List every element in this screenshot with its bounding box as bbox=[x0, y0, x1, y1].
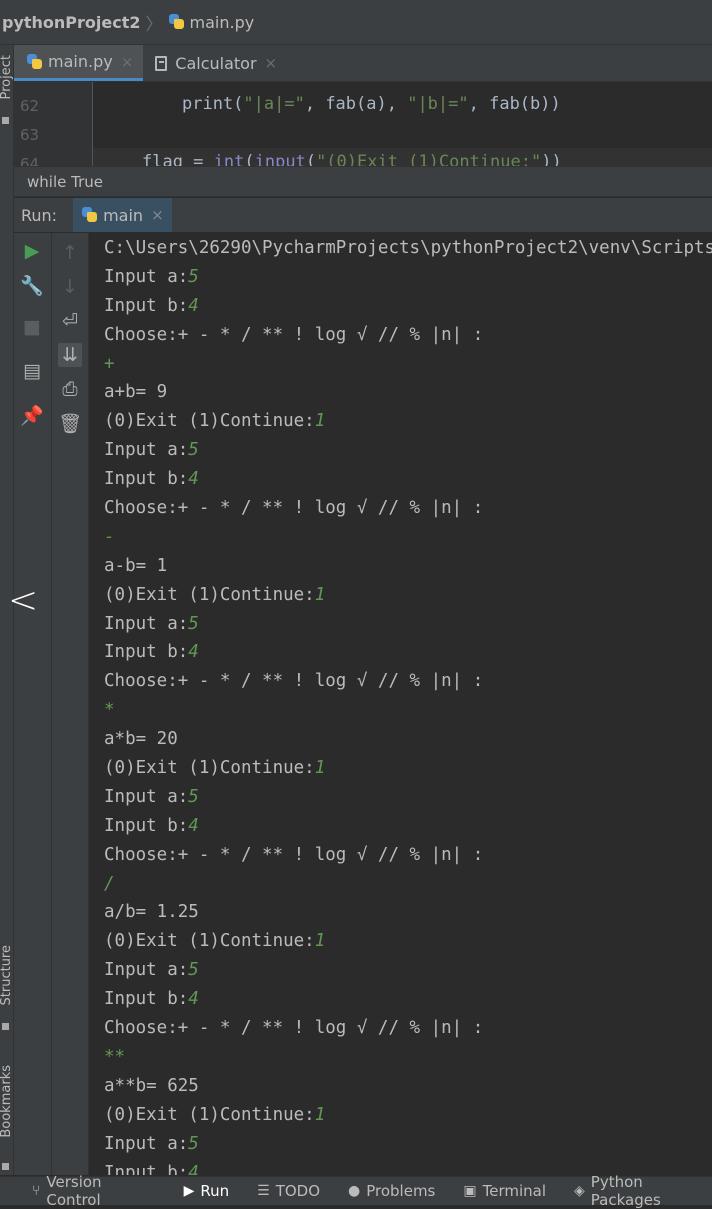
code-context-hint: while True bbox=[14, 166, 712, 197]
back-arrow-icon[interactable]: < bbox=[8, 580, 38, 621]
console-line: (0)Exit (1)Continue:1 bbox=[104, 1104, 326, 1125]
console-line: Input a:5 bbox=[104, 1133, 199, 1154]
console-line: Choose:+ - * / ** ! log √ // % |n| : bbox=[104, 498, 484, 519]
status-item-label: Problems bbox=[366, 1182, 436, 1200]
console-output[interactable]: C:\Users\26290\PycharmProjects\pythonPro… bbox=[89, 233, 712, 1175]
navigation-bar: pythonProject2 〉 main.py bbox=[0, 0, 712, 45]
line-number: 64 bbox=[20, 155, 40, 166]
python-run-config-icon bbox=[81, 206, 99, 224]
console-line: Input b:4 bbox=[104, 469, 199, 490]
tab-label: Calculator bbox=[175, 53, 257, 73]
console-line: (0)Exit (1)Continue:1 bbox=[104, 931, 326, 952]
close-tab-icon[interactable]: × bbox=[265, 54, 278, 72]
project-tool-window-button[interactable]: Project bbox=[0, 55, 14, 99]
play-icon: ▶ bbox=[183, 1183, 195, 1199]
tool-window-bar: ⑂ Version Control ▶ Run ☰ TODO ● Problems ▣ T… bbox=[0, 1173, 712, 1209]
soft-wrap-icon[interactable]: ⏎ bbox=[58, 309, 82, 333]
run-toolbar-secondary: ↑ ↓ ⏎ ⇊ ⎙ 🗑 bbox=[52, 233, 89, 1175]
tab-label: main.py bbox=[48, 52, 113, 71]
console-line: Input b:4 bbox=[104, 642, 199, 663]
console-line: (0)Exit (1)Continue:1 bbox=[104, 411, 326, 432]
stop-icon[interactable]: ■ bbox=[20, 315, 44, 339]
run-toolbar-primary: ▶ 🔧 ■ ▤ 📌 bbox=[14, 233, 52, 1175]
console-line: Input a:5 bbox=[104, 440, 199, 461]
console-line: Input a:5 bbox=[104, 266, 199, 287]
terminal-button[interactable]: ▣ Terminal bbox=[463, 1182, 546, 1200]
console-input-line: - bbox=[104, 526, 115, 547]
line-number-gutter: 62 63 64 bbox=[14, 82, 93, 166]
console-result-line: a-b= 1 bbox=[104, 555, 168, 576]
console-line: Choose:+ - * / ** ! log √ // % |n| : bbox=[104, 844, 484, 865]
bookmarks-tool-icon bbox=[2, 1163, 9, 1170]
print-icon[interactable]: ⎙ bbox=[58, 377, 82, 401]
layout-icon[interactable]: ▤ bbox=[20, 359, 44, 383]
project-tool-icon bbox=[2, 117, 9, 124]
console-line: (0)Exit (1)Continue:1 bbox=[104, 584, 326, 605]
wrench-icon[interactable]: 🔧 bbox=[20, 273, 44, 297]
console-line: Choose:+ - * / ** ! log √ // % |n| : bbox=[104, 324, 484, 345]
run-tool-window-header: Run: main × bbox=[14, 198, 712, 232]
trash-icon[interactable]: 🗑 bbox=[58, 411, 82, 435]
console-input-line: ** bbox=[104, 1046, 126, 1067]
python-file-icon bbox=[168, 13, 186, 31]
console-line: (0)Exit (1)Continue:1 bbox=[104, 758, 326, 779]
run-tab-label: main bbox=[103, 205, 144, 225]
line-number: 63 bbox=[20, 126, 40, 144]
status-item-label: Run bbox=[200, 1182, 230, 1200]
rerun-icon[interactable]: ▶ bbox=[20, 239, 44, 263]
todo-button[interactable]: ☰ TODO bbox=[257, 1182, 320, 1200]
bookmarks-tool-window-button[interactable]: Bookmarks bbox=[0, 1065, 14, 1138]
console-input-line: * bbox=[104, 700, 115, 721]
close-run-tab-icon[interactable]: × bbox=[151, 206, 164, 224]
layers-icon: ◈ bbox=[574, 1183, 585, 1199]
branch-icon: ⑂ bbox=[32, 1183, 41, 1199]
problems-button[interactable]: ● Problems bbox=[348, 1182, 435, 1200]
tab-calculator[interactable]: Calculator × bbox=[143, 45, 287, 81]
console-result-line: a+b= 9 bbox=[104, 382, 168, 403]
console-line: Choose:+ - * / ** ! log √ // % |n| : bbox=[104, 1018, 484, 1039]
console-path-line: C:\Users\26290\PycharmProjects\pythonPro… bbox=[104, 238, 712, 258]
run-button[interactable]: ▶ Run bbox=[184, 1182, 230, 1200]
editor-tab-bar: main.py × Calculator × bbox=[14, 45, 712, 82]
python-file-icon bbox=[26, 53, 44, 71]
structure-tool-icon bbox=[2, 1023, 9, 1030]
console-line: Input b:4 bbox=[104, 989, 199, 1010]
console-input-line: + bbox=[104, 353, 115, 374]
arrow-down-icon[interactable]: ↓ bbox=[58, 275, 82, 299]
run-label: Run: bbox=[21, 205, 58, 225]
line-number: 62 bbox=[20, 97, 40, 115]
breadcrumb-file[interactable]: main.py bbox=[190, 13, 255, 32]
pin-icon[interactable]: 📌 bbox=[20, 403, 44, 427]
code-line-62: print("|a|=", fab(a), "|b|=", fab(b)) bbox=[182, 94, 561, 114]
code-line-64: flag = int(input("(0)Exit (1)Continue:")… bbox=[142, 152, 562, 166]
breadcrumb-separator: 〉 bbox=[145, 14, 163, 35]
console-line: Input a:5 bbox=[104, 786, 199, 807]
console-line: Input a:5 bbox=[104, 960, 199, 981]
arrow-up-icon[interactable]: ↑ bbox=[58, 241, 82, 265]
terminal-icon: ▣ bbox=[463, 1183, 477, 1199]
console-result-line: a*b= 20 bbox=[104, 729, 178, 750]
console-input-line: / bbox=[104, 873, 115, 894]
console-line: Choose:+ - * / ** ! log √ // % |n| : bbox=[104, 671, 484, 692]
console-line: Input a:5 bbox=[104, 613, 199, 634]
run-tab-main[interactable]: main × bbox=[73, 198, 172, 232]
console-result-line: a**b= 625 bbox=[104, 1075, 199, 1096]
list-icon: ☰ bbox=[257, 1183, 270, 1199]
console-line: Input b:4 bbox=[104, 815, 199, 836]
console-result-line: a/b= 1.25 bbox=[104, 902, 199, 923]
text-file-icon bbox=[155, 55, 168, 71]
tab-main-py[interactable]: main.py × bbox=[14, 45, 144, 81]
info-icon: ● bbox=[348, 1183, 361, 1199]
code-editor[interactable]: 62 63 64 print("|a|=", fab(a), "|b|=", f… bbox=[14, 82, 712, 166]
console-line: Input b:4 bbox=[104, 295, 199, 316]
structure-tool-window-button[interactable]: Structure bbox=[0, 945, 14, 1005]
close-tab-icon[interactable]: × bbox=[121, 53, 134, 71]
status-item-label: TODO bbox=[275, 1182, 321, 1200]
breadcrumb-project[interactable]: pythonProject2 bbox=[0, 13, 141, 32]
status-item-label: Terminal bbox=[482, 1182, 547, 1200]
scroll-to-end-icon[interactable]: ⇊ bbox=[58, 343, 82, 367]
